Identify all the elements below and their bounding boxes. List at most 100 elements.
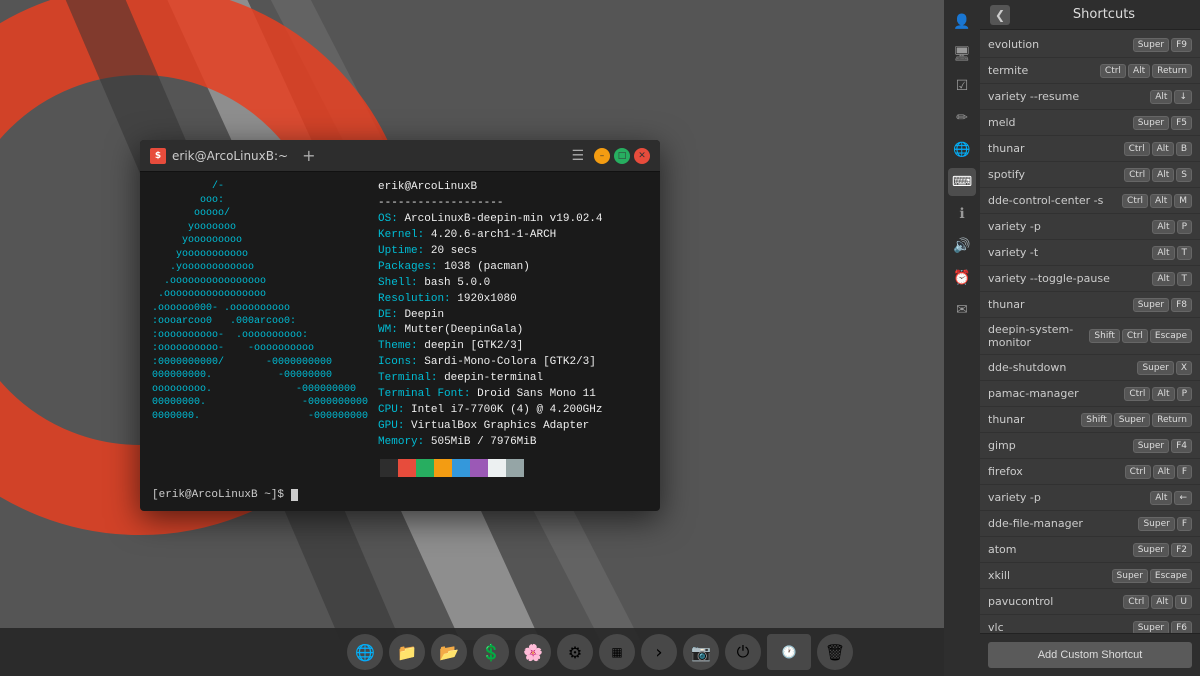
- sidebar-notif-icon[interactable]: ☑: [948, 72, 976, 100]
- separator: -------------------: [378, 197, 503, 209]
- packages-label: Packages:: [378, 261, 437, 273]
- terminal-info: erik@ArcoLinuxB ------------------- OS: …: [378, 180, 602, 477]
- shortcut-item[interactable]: thunarSuperF8: [980, 292, 1200, 318]
- shortcut-item[interactable]: variety --resumeAlt↓: [980, 84, 1200, 110]
- terminal-prompt[interactable]: [erik@ArcoLinuxB ~]$: [140, 485, 660, 511]
- shortcut-item[interactable]: dde-control-center -sCtrlAltM: [980, 188, 1200, 214]
- key-badge: M: [1174, 194, 1192, 208]
- terminal-titlebar: $ erik@ArcoLinuxB:~ + ☰ – □ ✕: [140, 140, 660, 172]
- shortcut-name: meld: [988, 116, 1133, 129]
- sidebar-user-icon[interactable]: 👤: [948, 8, 976, 36]
- shortcut-item[interactable]: atomSuperF2: [980, 537, 1200, 563]
- desktop: $ erik@ArcoLinuxB:~ + ☰ – □ ✕ /- ooo: oo…: [0, 0, 1200, 676]
- key-badge: Alt: [1128, 64, 1150, 78]
- shortcut-item[interactable]: vlcSuperF6: [980, 615, 1200, 633]
- terminal-value: deepin-terminal: [437, 372, 543, 384]
- shortcut-item[interactable]: spotifyCtrlAltS: [980, 162, 1200, 188]
- shortcut-item[interactable]: variety -pAltP: [980, 214, 1200, 240]
- sidebar-network-icon[interactable]: 🌐: [948, 136, 976, 164]
- taskbar-camera-icon[interactable]: 📷: [683, 634, 719, 670]
- taskbar-clock-icon[interactable]: 🕐: [767, 634, 811, 670]
- color-bar: [380, 459, 602, 477]
- key-badge: Alt: [1152, 220, 1174, 234]
- wm-label: WM:: [378, 324, 398, 336]
- shortcut-name: thunar: [988, 413, 1081, 426]
- shell-label: Shell:: [378, 277, 418, 289]
- taskbar-trash-icon[interactable]: 🗑: [817, 634, 853, 670]
- sidebar-time-icon[interactable]: ⏰: [948, 264, 976, 292]
- shortcut-keys: SuperF4: [1133, 439, 1192, 453]
- sidebar-keyboard-icon[interactable]: ⌨: [948, 168, 976, 196]
- taskbar-media-icon[interactable]: ▦: [599, 634, 635, 670]
- de-value: Deepin: [398, 309, 444, 321]
- shortcut-keys: SuperEscape: [1112, 569, 1192, 583]
- key-badge: P: [1177, 387, 1192, 401]
- shortcut-item[interactable]: termiteCtrlAltReturn: [980, 58, 1200, 84]
- close-button[interactable]: ✕: [634, 148, 650, 164]
- sidebar-mail-icon[interactable]: ✉: [948, 296, 976, 324]
- shortcut-name: variety -p: [988, 491, 1150, 504]
- sidebar-info-icon[interactable]: ℹ: [948, 200, 976, 228]
- shortcut-item[interactable]: deepin-system-monitorShiftCtrlEscape: [980, 318, 1200, 355]
- taskbar-money-icon[interactable]: 💲: [473, 634, 509, 670]
- shortcut-item[interactable]: variety -tAltT: [980, 240, 1200, 266]
- shortcut-item[interactable]: thunarCtrlAltB: [980, 136, 1200, 162]
- key-badge: Super: [1138, 517, 1174, 531]
- taskbar-network-icon[interactable]: 🌐: [347, 634, 383, 670]
- terminal-label: Terminal:: [378, 372, 437, 384]
- taskbar-folder-icon[interactable]: 📂: [431, 634, 467, 670]
- terminal-window: $ erik@ArcoLinuxB:~ + ☰ – □ ✕ /- ooo: oo…: [140, 140, 660, 511]
- shortcut-name: dde-control-center -s: [988, 194, 1122, 207]
- shortcut-item[interactable]: firefoxCtrlAltF: [980, 459, 1200, 485]
- shortcut-item[interactable]: dde-file-managerSuperF: [980, 511, 1200, 537]
- shortcut-item[interactable]: variety -pAlt←: [980, 485, 1200, 511]
- taskbar-arrow-icon[interactable]: ›: [641, 634, 677, 670]
- add-shortcut-button[interactable]: Add Custom Shortcut: [988, 642, 1192, 668]
- key-badge: Escape: [1150, 569, 1192, 583]
- terminal-controls: ☰ – □ ✕: [571, 148, 650, 164]
- shortcut-item[interactable]: pamac-managerCtrlAltP: [980, 381, 1200, 407]
- de-label: DE:: [378, 309, 398, 321]
- terminal-font-label: Terminal Font:: [378, 388, 470, 400]
- taskbar-files-icon[interactable]: 📁: [389, 634, 425, 670]
- menu-icon[interactable]: ☰: [571, 148, 584, 164]
- shortcut-item[interactable]: thunarShiftSuperReturn: [980, 407, 1200, 433]
- shortcuts-list[interactable]: evolutionSuperF9termiteCtrlAltReturnvari…: [980, 30, 1200, 633]
- shortcut-keys: Alt↓: [1150, 90, 1192, 104]
- shortcut-name: dde-file-manager: [988, 517, 1138, 530]
- taskbar-power-icon[interactable]: ⏻: [725, 634, 761, 670]
- key-badge: Ctrl: [1122, 329, 1148, 343]
- wm-value: Mutter(DeepinGala): [398, 324, 523, 336]
- packages-value: 1038 (pacman): [437, 261, 529, 273]
- shortcut-item[interactable]: xkillSuperEscape: [980, 563, 1200, 589]
- maximize-button[interactable]: □: [614, 148, 630, 164]
- key-badge: Alt: [1152, 246, 1174, 260]
- shortcut-name: firefox: [988, 465, 1125, 478]
- shortcut-item[interactable]: pavucontrolCtrlAltU: [980, 589, 1200, 615]
- minimize-button[interactable]: –: [594, 148, 610, 164]
- shortcut-keys: SuperF2: [1133, 543, 1192, 557]
- key-badge: Super: [1133, 543, 1169, 557]
- shortcut-item[interactable]: evolutionSuperF9: [980, 32, 1200, 58]
- shortcut-item[interactable]: meldSuperF5: [980, 110, 1200, 136]
- key-badge: F2: [1171, 543, 1192, 557]
- shortcut-item[interactable]: variety --toggle-pauseAltT: [980, 266, 1200, 292]
- sidebar-personalize-icon[interactable]: ✏: [948, 104, 976, 132]
- cpu-label: CPU:: [378, 404, 404, 416]
- shortcuts-back-button[interactable]: ❮: [990, 5, 1010, 25]
- taskbar-settings-icon[interactable]: ⚙: [557, 634, 593, 670]
- shortcut-item[interactable]: gimpSuperF4: [980, 433, 1200, 459]
- terminal-tab: $ erik@ArcoLinuxB:~ +: [150, 146, 563, 165]
- key-badge: Alt: [1152, 272, 1174, 286]
- shortcut-keys: AltT: [1152, 246, 1192, 260]
- sidebar-display-icon[interactable]: 🖥: [948, 40, 976, 68]
- terminal-tab-label: erik@ArcoLinuxB:~: [172, 149, 288, 163]
- key-badge: Alt: [1152, 142, 1174, 156]
- sidebar-sound-icon[interactable]: 🔊: [948, 232, 976, 260]
- add-tab-button[interactable]: +: [302, 146, 315, 165]
- shortcut-item[interactable]: dde-shutdownSuperX: [980, 355, 1200, 381]
- shortcut-name: evolution: [988, 38, 1133, 51]
- taskbar-variety-icon[interactable]: 🌸: [515, 634, 551, 670]
- shortcuts-panel: ❮ Shortcuts evolutionSuperF9termiteCtrlA…: [980, 0, 1200, 676]
- uptime-label: Uptime:: [378, 245, 424, 257]
